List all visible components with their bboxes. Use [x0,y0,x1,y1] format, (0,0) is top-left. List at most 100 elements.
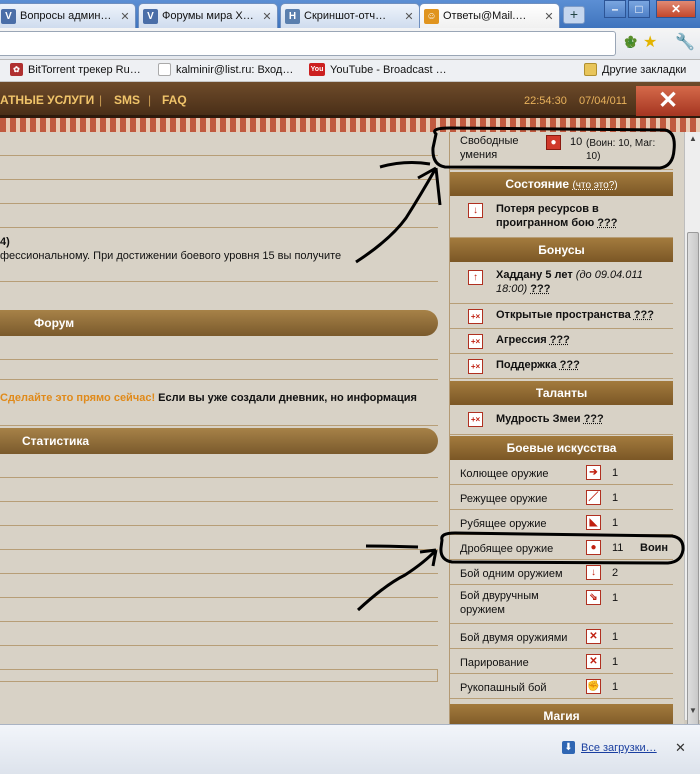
help-link[interactable]: ??? [530,283,550,295]
content-row [0,156,438,180]
help-link[interactable]: ??? [597,217,617,229]
weapon-skill-icon: ⇘ [586,590,601,605]
talent-item-name: Мудрость Змеи [496,413,581,425]
bookmark-label: YouTube - Broadcast … [330,63,447,76]
browser-tab[interactable]: H Скриншот-отч… ✕ [280,3,420,28]
tab-close-icon[interactable]: ✕ [543,10,555,23]
content-row [0,132,438,156]
combat-art-row: Бой одним оружием ↓ 2 [450,560,673,585]
new-tab-button[interactable]: + [563,6,585,24]
combat-arts-section-header: Боевые искусства [450,436,673,460]
nav-paid-services[interactable]: АТНЫЕ УСЛУГИ [0,93,94,107]
free-skills-detail: (Воин: 10, Маг: 10) [586,138,656,162]
stats-row [0,646,438,670]
tab-close-icon[interactable]: ✕ [261,10,273,23]
help-link[interactable]: ??? [560,359,580,371]
weapon-skill-icon: ✕ [586,654,601,669]
site-nav-bar: АТНЫЕ УСЛУГИ | SMS | FAQ 22:54:30 07/04/… [0,82,700,118]
scroll-up-icon[interactable]: ▲ [687,134,699,146]
stats-row [0,478,438,502]
folder-icon [584,63,597,76]
state-help-link[interactable]: (что это?) [572,180,617,191]
content-row [0,408,438,426]
nav-separator: | [99,93,103,107]
state-item: ↓ Потеря ресурсов в проигранном бою ??? [450,196,673,238]
bookmark-label: kalminir@list.ru: Вход… [176,63,294,76]
combat-art-value: 11 [612,542,624,554]
stats-row [0,622,438,646]
talent-item-text: Мудрость Змеи ??? [496,413,604,425]
stats-row [0,550,438,574]
combat-art-value: 1 [612,681,619,693]
browser-tab[interactable]: V Вопросы админ… ✕ [0,3,136,28]
window-close-button[interactable]: ✕ [656,0,696,18]
site-close-button[interactable]: ✕ [636,86,700,116]
combat-art-value: 1 [612,656,619,668]
tab-title: Ответы@Mail.… [443,10,527,22]
server-date: 07/04/011 [579,95,628,107]
bonus-item: +× Агрессия ??? [450,329,673,354]
bookmarks-bar: ✿ BitTorrent трекер Ru… kalminir@list.ru… [0,60,700,82]
bookmark-star-icon[interactable]: ★ [643,34,657,52]
other-bookmarks[interactable]: Другие закладки [584,63,686,76]
combat-art-name: Рукопашный бой [460,682,547,694]
help-link[interactable]: ??? [550,334,570,346]
stats-section-header: Статистика [0,428,438,454]
bookmark-label: BitTorrent трекер Ru… [28,63,141,76]
address-bar[interactable]: ♣ [0,31,636,56]
combat-arts-header-label: Боевые искусства [506,441,617,455]
extension-icon[interactable]: ✿ [624,34,637,52]
scrollbar-thumb[interactable] [687,232,699,774]
maximize-button[interactable]: □ [628,0,650,18]
diary-promo: Сделайте это прямо сейчас! Если вы уже с… [0,392,417,404]
bookmark-item[interactable]: kalminir@list.ru: Вход… [158,63,293,76]
scroll-down-icon[interactable]: ▼ [687,706,699,718]
character-sidebar: Свободные умения ● 10 (Воин: 10, Маг: 10… [449,132,684,724]
free-skills-row: Свободные умения ● 10 (Воин: 10, Маг: 10… [450,132,673,170]
tab-close-icon[interactable]: ✕ [403,10,415,23]
decorative-border [0,118,700,132]
talents-section-header: Таланты [450,381,673,405]
nav-faq[interactable]: FAQ [162,93,187,107]
help-link[interactable]: ??? [584,413,604,425]
free-skills-value: 10 [570,136,583,148]
combat-art-row: Парирование ✕ 1 [450,649,673,674]
talent-item: +× Мудрость Змеи ??? [450,405,673,435]
tab-title: Форумы мира Х… [162,10,254,22]
promo-link[interactable]: Сделайте это прямо сейчас! [0,392,155,404]
minimize-button[interactable]: – [604,0,626,18]
page-scrollbar[interactable]: ▲ ▼ [684,132,700,774]
skill-point-icon: ● [546,135,561,150]
bonus-item: +× Открытые пространства ??? [450,304,673,329]
all-downloads-link[interactable]: Все загрузки… [581,742,657,754]
downloads-close-icon[interactable]: ✕ [675,740,686,756]
weapon-skill-icon: ／ [586,490,601,505]
bittorrent-icon: ✿ [10,63,23,76]
stats-row [0,670,438,682]
mail-ru-favicon-icon: ☺ [424,8,439,24]
combat-art-name: Дробящее оружие [460,543,554,555]
combat-art-row: Режущее оружие ／ 1 [450,485,673,510]
forum-header-label: Форум [34,316,75,330]
wrench-menu-icon[interactable]: 🔧 [675,34,695,52]
bonus-item-text: Хаддану 5 лет (до 09.04.011 18:00) ??? [496,268,656,296]
combat-art-name: Режущее оружие [460,493,548,505]
browser-tab[interactable]: V Форумы мира Х… ✕ [138,3,278,28]
bookmark-item[interactable]: ✿ BitTorrent трекер Ru… [10,63,141,76]
arrow-down-icon: ↓ [468,203,483,218]
other-bookmarks-label: Другие закладки [602,63,687,76]
stats-row [0,526,438,550]
bookmark-item[interactable]: You YouTube - Broadcast … [309,63,447,76]
youtube-icon: You [309,63,325,76]
content-row [0,258,438,282]
browser-tab-active[interactable]: ☺ Ответы@Mail.… ✕ [419,3,560,28]
blank-page-icon [158,63,171,76]
download-arrow-icon: ⬇ [562,741,575,754]
talents-header-label: Таланты [535,386,588,400]
combat-art-name: Бой одним оружием [460,568,563,580]
nav-sms[interactable]: SMS [114,93,140,107]
help-link[interactable]: ??? [634,309,654,321]
combat-art-row: Бой двуручным оружием ⇘ 1 [450,585,673,624]
tab-close-icon[interactable]: ✕ [119,10,131,23]
weapon-skill-icon: ↓ [586,565,601,580]
